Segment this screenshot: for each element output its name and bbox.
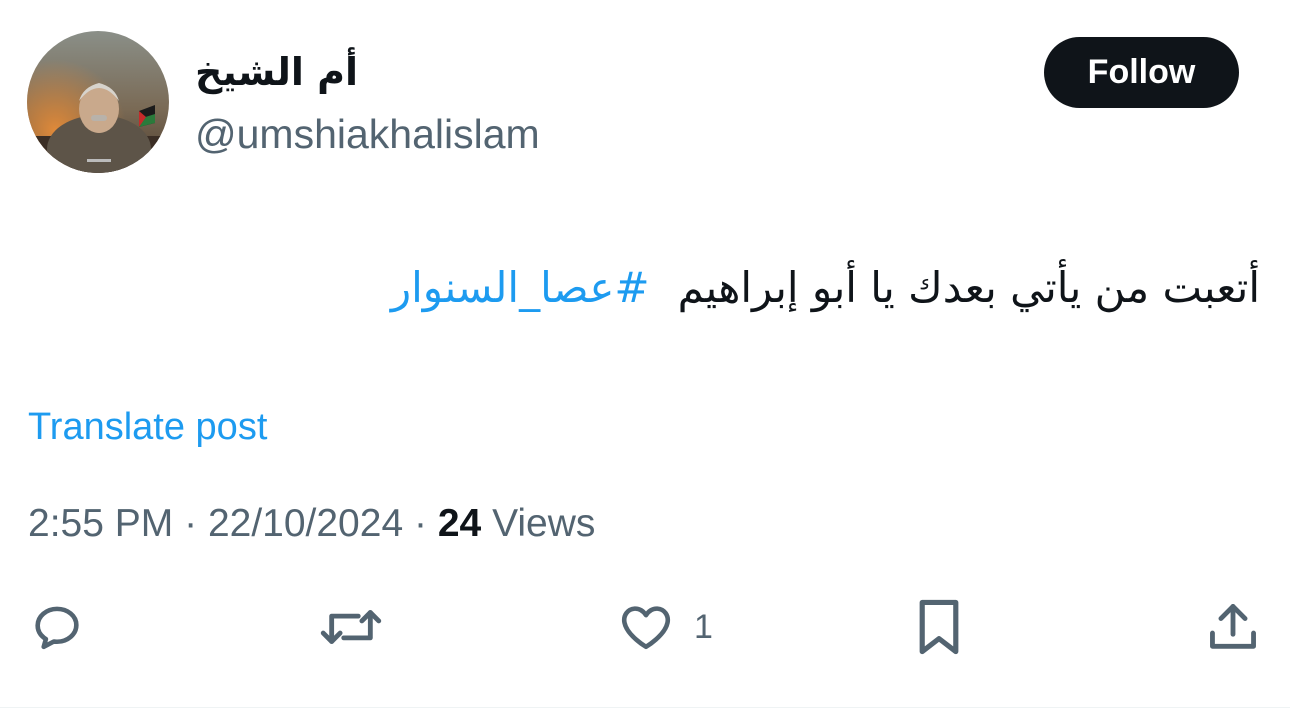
meta-separator: · [184,502,198,545]
views-count: 24 [437,502,482,545]
user-handle[interactable]: @umshiakhalislam [195,108,540,160]
views-label: Views [492,502,596,545]
post-text: أتعبت من يأتي بعدك يا أبو إبراهيم #عصا_ال… [391,256,1260,320]
reply-icon [35,606,79,650]
share-icon [1210,604,1256,649]
post-metadata: 2:55 PM · 22/10/2024 · 24 Views [28,498,595,550]
bottom-divider [0,707,1290,708]
display-name[interactable]: أم الشيخ [195,44,358,100]
post-time[interactable]: 2:55 PM [28,502,173,545]
bookmark-button[interactable] [912,598,966,656]
like-count: 1 [694,607,713,646]
meta-separator: · [413,502,427,545]
bookmark-icon [919,599,959,655]
share-button[interactable] [1204,598,1262,656]
avatar-image [27,31,169,173]
hashtag-link[interactable]: #عصا_السنوار [391,263,650,312]
reply-button[interactable] [28,598,86,656]
like-button[interactable]: 1 [616,598,713,656]
post-body: أتعبت من يأتي بعدك يا أبو إبراهيم [677,263,1260,312]
heart-icon [621,606,671,650]
translate-post-link[interactable]: Translate post [28,403,267,451]
follow-button[interactable]: Follow [1044,37,1239,108]
tweet-card: أم الشيخ @umshiakhalislam Follow أتعبت م… [0,0,1290,718]
post-date[interactable]: 22/10/2024 [208,502,403,545]
repost-icon [320,610,382,644]
avatar[interactable] [27,31,169,173]
repost-button[interactable] [318,598,384,656]
